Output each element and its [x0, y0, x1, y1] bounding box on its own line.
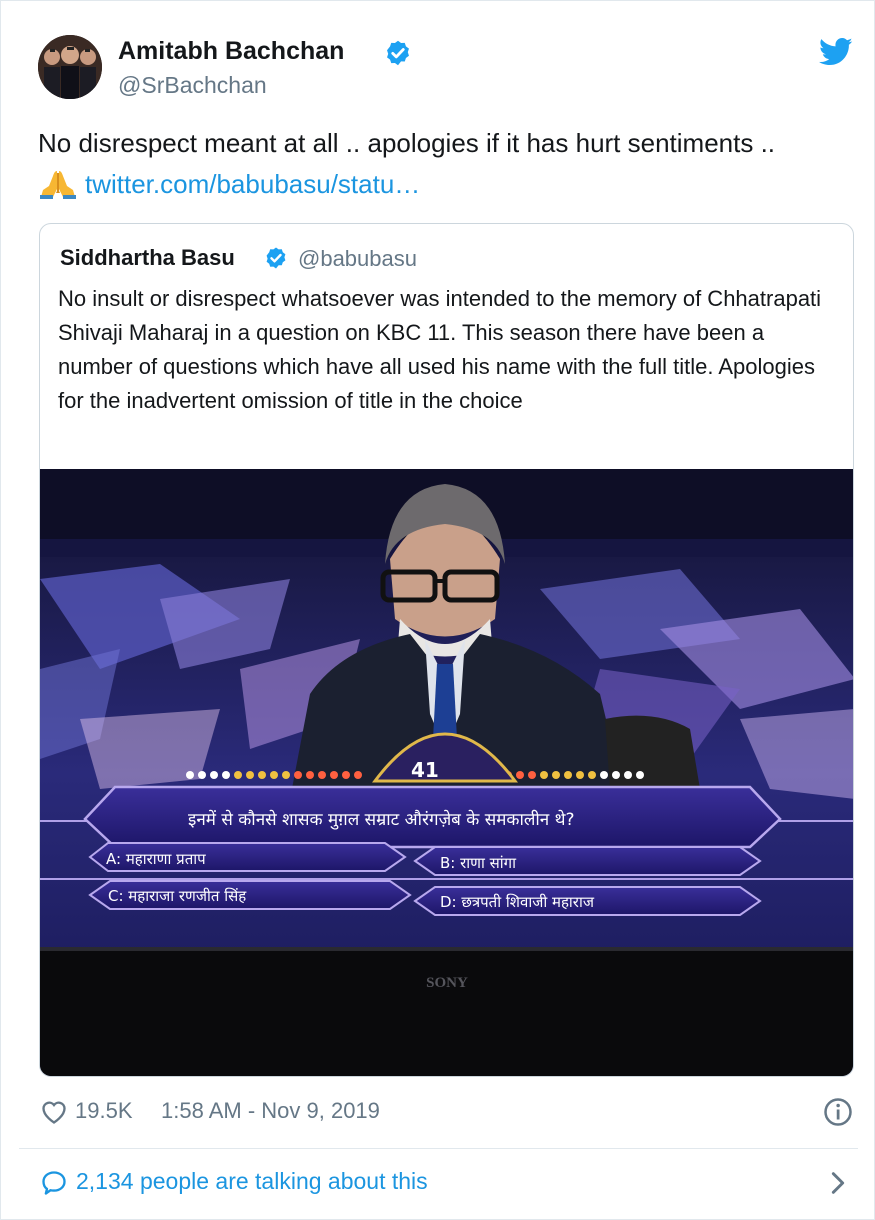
verified-badge-icon	[266, 247, 286, 269]
heart-icon[interactable]	[40, 1099, 68, 1125]
conversation-link[interactable]: 2,134 people are talking about this	[76, 1168, 428, 1195]
quoted-tweet-image[interactable]: 41 इनमें से कौनसे शासक मुग़ल सम्राट औरंग…	[40, 469, 854, 1077]
quoted-author-name[interactable]: Siddhartha Basu	[60, 245, 235, 271]
question-number: 41	[411, 758, 439, 782]
twitter-bird-icon[interactable]	[819, 37, 853, 67]
footer-divider	[19, 1148, 858, 1149]
author-avatar[interactable]	[38, 35, 102, 99]
quoted-author-handle[interactable]: @babubasu	[298, 246, 417, 272]
info-icon[interactable]	[823, 1097, 853, 1127]
tv-brand-logo: SONY	[426, 975, 468, 991]
author-handle[interactable]: @SrBachchan	[118, 72, 267, 99]
quoted-tweet[interactable]: Siddhartha Basu @babubasu No insult or d…	[39, 223, 854, 1077]
quoted-tweet-link[interactable]: twitter.com/babubasu/statu…	[85, 169, 420, 200]
quoted-tweet-text: No insult or disrespect whatsoever was i…	[58, 286, 822, 413]
option-b: B: राणा सांगा	[440, 854, 517, 872]
option-a: A: महाराणा प्रताप	[106, 850, 206, 868]
speech-bubble-icon[interactable]	[40, 1169, 68, 1197]
tweet-card: Amitabh Bachchan @SrBachchan No disrespe…	[0, 0, 875, 1220]
option-c: C: महाराजा रणजीत सिंह	[108, 887, 247, 905]
chevron-right-icon[interactable]	[827, 1169, 849, 1197]
question-text: इनमें से कौनसे शासक मुग़ल सम्राट औरंगज़े…	[188, 809, 575, 830]
folded-hands-icon	[40, 171, 76, 199]
tweet-text: No disrespect meant at all .. apologies …	[38, 128, 776, 158]
author-name[interactable]: Amitabh Bachchan	[118, 37, 344, 66]
verified-badge-icon	[387, 40, 409, 66]
like-count[interactable]: 19.5K	[75, 1098, 133, 1124]
tweet-timestamp[interactable]: 1:58 AM - Nov 9, 2019	[161, 1098, 380, 1124]
option-d: D: छत्रपती शिवाजी महाराज	[440, 893, 595, 911]
